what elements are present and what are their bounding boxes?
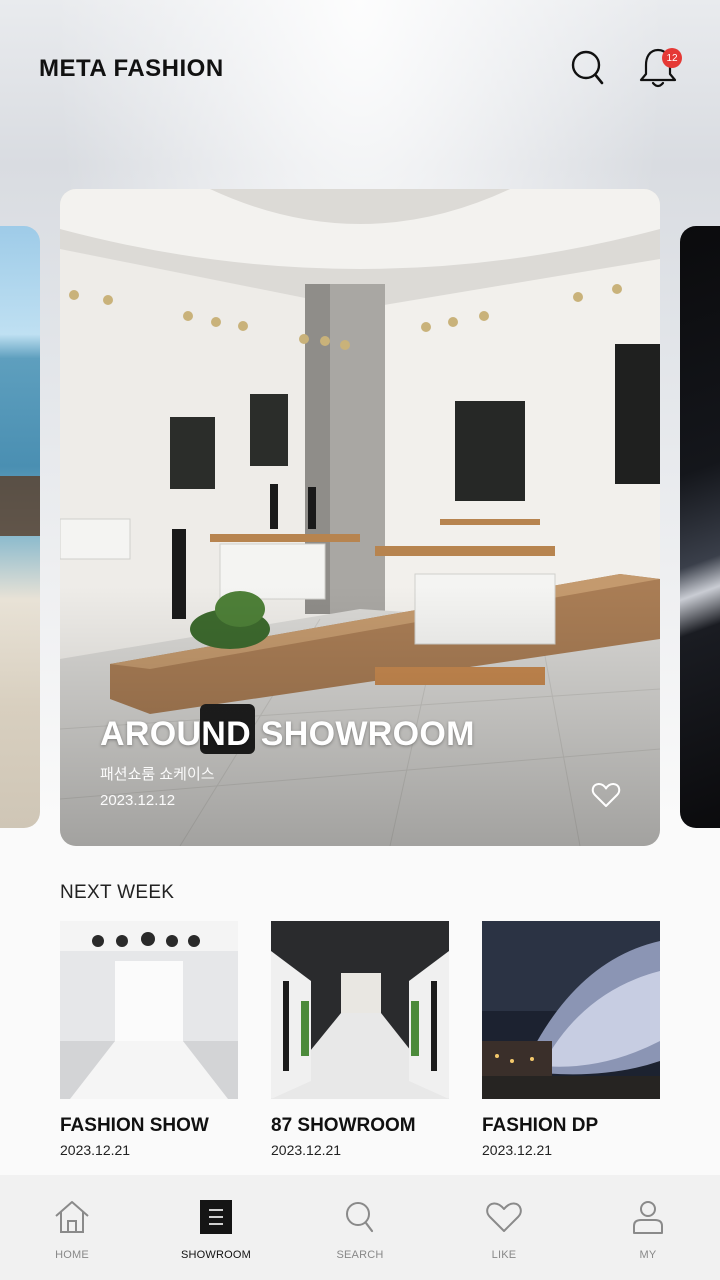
nav-label: MY (639, 1249, 657, 1261)
nav-search[interactable]: SEARCH (288, 1175, 432, 1280)
search-icon (571, 50, 604, 85)
nav-showroom[interactable]: SHOWROOM (144, 1175, 288, 1280)
nav-home[interactable]: HOME (0, 1175, 144, 1280)
87-showroom-thumbnail (271, 921, 449, 1099)
nav-my[interactable]: MY (576, 1175, 720, 1280)
thumb-title: FASHION SHOW (60, 1115, 209, 1136)
header-search-button[interactable] (566, 46, 610, 90)
next-week-item-fashion-show[interactable]: FASHION SHOW 2023.12.21 (60, 921, 238, 1158)
nav-like[interactable]: LIKE (432, 1175, 576, 1280)
nav-label: LIKE (491, 1249, 517, 1261)
app-logo: META FASHION (39, 55, 224, 82)
thumb-title: 87 SHOWROOM (271, 1115, 416, 1136)
heart-outline-icon (591, 782, 621, 807)
next-week-item-87-showroom[interactable]: 87 SHOWROOM 2023.12.21 (271, 921, 449, 1158)
featured-like-button[interactable] (590, 779, 622, 811)
nav-label: SEARCH (336, 1249, 384, 1261)
thumb-title: FASHION DP (482, 1115, 599, 1136)
next-week-item-fashion-dp[interactable]: FASHION DP 2023.12.21 (482, 921, 660, 1158)
showroom-icon (200, 1200, 232, 1234)
notification-badge: 12 (662, 48, 682, 68)
featured-date: 2023.12.12 (100, 792, 176, 809)
featured-subtitle: 패션쇼룸 쇼케이스 (100, 766, 215, 783)
next-week-heading: NEXT WEEK (60, 882, 175, 903)
pier-image-detail (0, 476, 40, 536)
nav-label: SHOWROOM (180, 1249, 252, 1261)
app-header: META FASHION 12 (0, 0, 720, 140)
search-icon (346, 1202, 374, 1233)
featured-title: AROUND SHOWROOM (100, 715, 475, 753)
carousel-card-previous[interactable] (0, 226, 40, 828)
heart-icon (486, 1202, 522, 1232)
fashion-dp-thumbnail (482, 921, 660, 1099)
fashion-show-thumbnail (60, 921, 238, 1099)
thumb-date: 2023.12.21 (271, 1142, 342, 1158)
carousel-card-next[interactable] (680, 226, 720, 828)
nav-label: HOME (55, 1249, 89, 1261)
user-icon (633, 1201, 663, 1234)
thumb-date: 2023.12.21 (482, 1142, 553, 1158)
featured-showroom-card[interactable]: AROUND SHOWROOM 패션쇼룸 쇼케이스 2023.12.12 (60, 189, 660, 846)
home-icon (55, 1201, 89, 1233)
thumb-date: 2023.12.21 (60, 1142, 131, 1158)
bottom-navigation: HOME SHOWROOM SEARCH LIKE MY (0, 1175, 720, 1280)
